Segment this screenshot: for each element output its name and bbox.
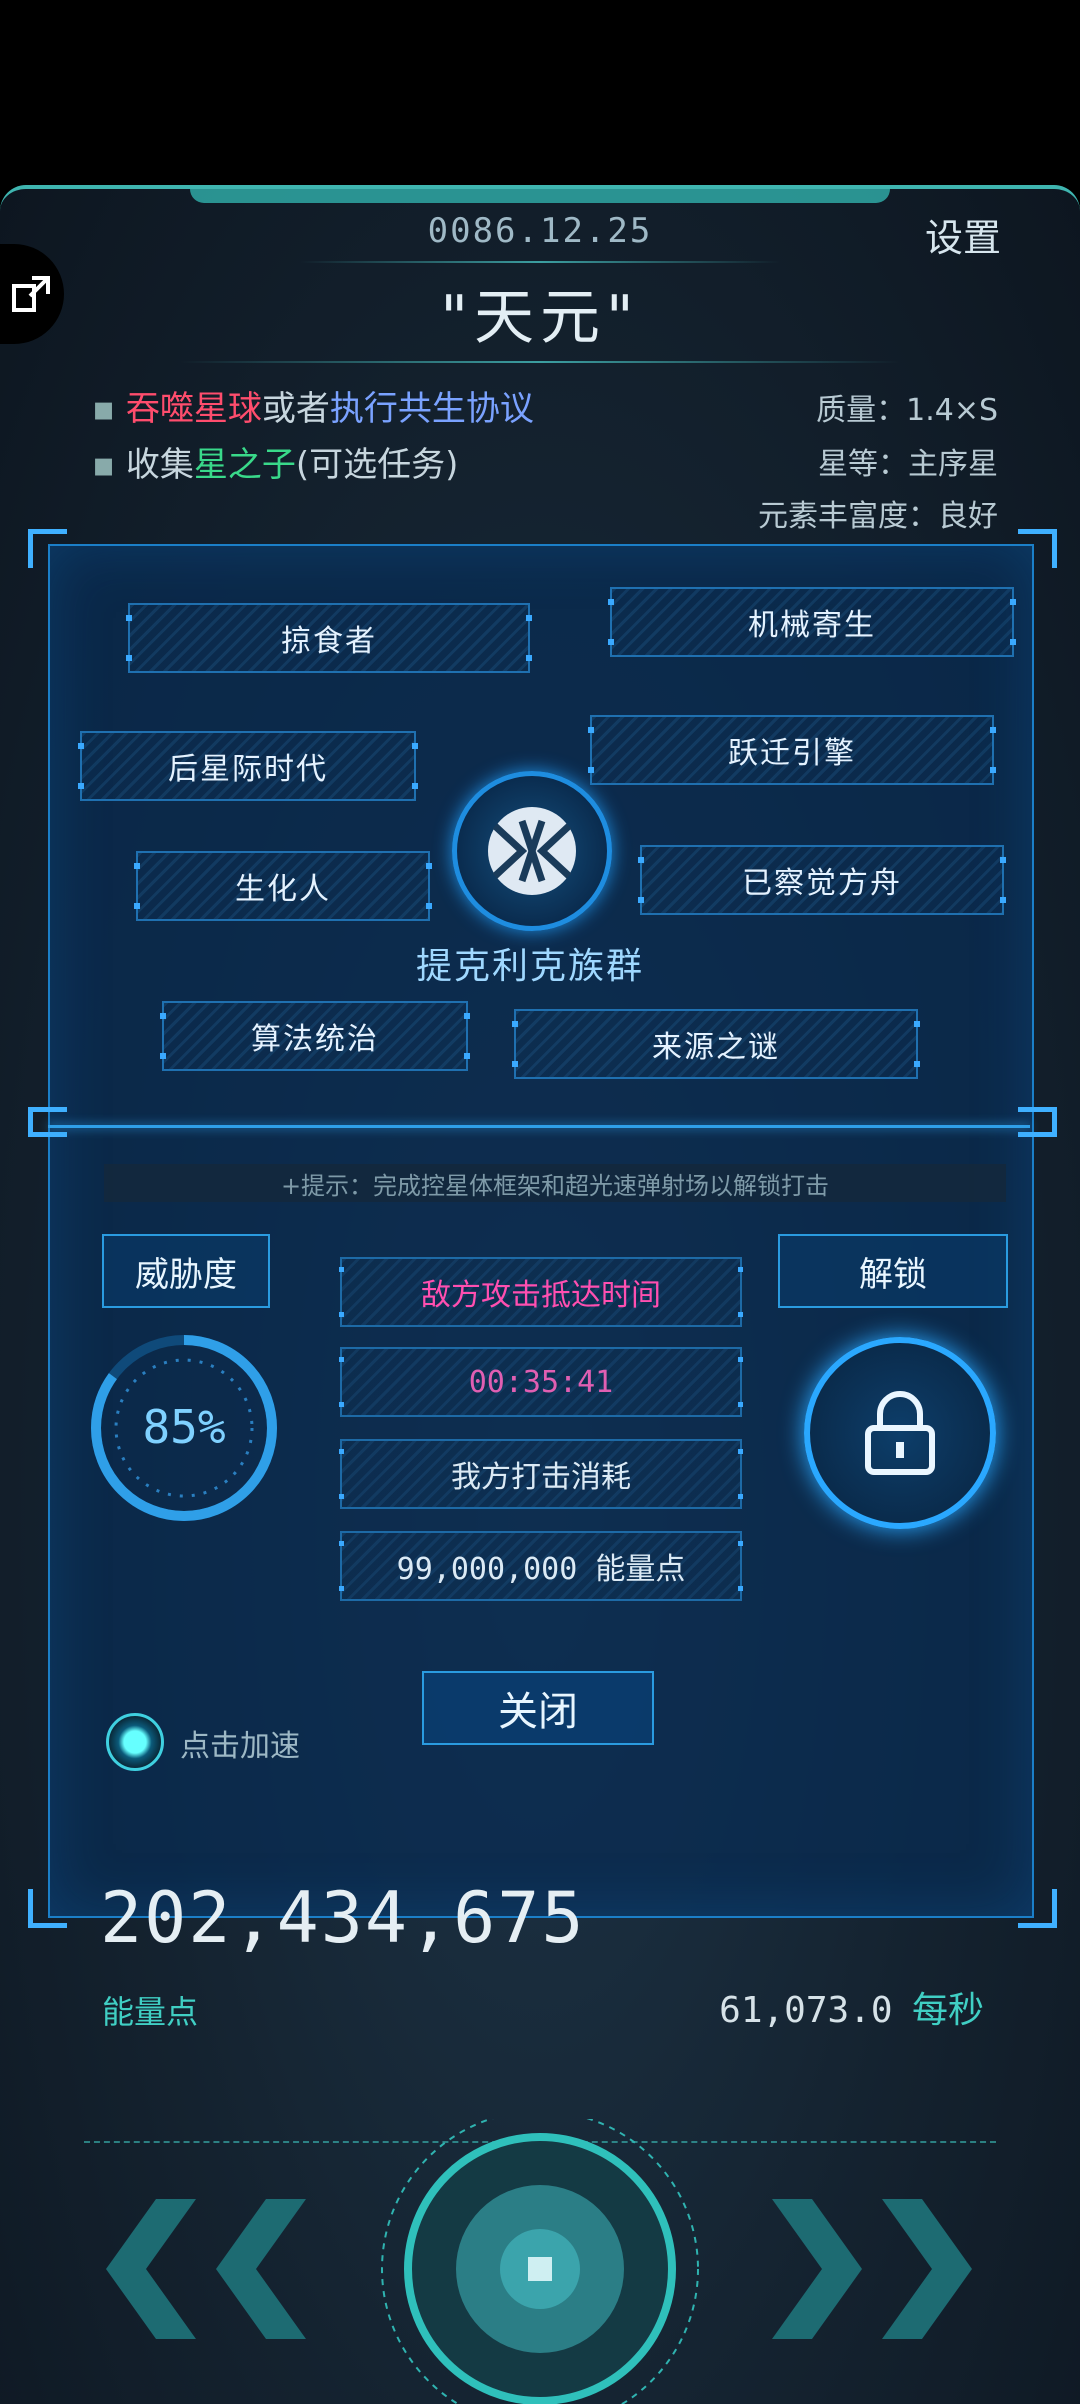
accelerate-dot-icon [106,1713,164,1771]
stat-mass: 质量：1.4×S [816,393,998,428]
unlock-hint: +提示：完成控星体框架和超光速弹射场以解锁打击 [104,1164,1006,1202]
corner-bracket [1018,529,1057,568]
section-divider [48,1125,1030,1128]
trait-cyborg[interactable]: 生化人 [134,851,432,921]
corner-bracket [28,1107,67,1137]
trait-mechanical-parasite[interactable]: 机械寄生 [608,587,1016,657]
attack-arrival-time: 00:35:41 [339,1347,743,1417]
objective-symbiosis: 执行共生协议 [329,389,534,429]
objective-line-2: ▪ 收集星之子(可选任务) [92,445,459,485]
corner-bracket [1018,1107,1057,1137]
corner-bracket [28,529,67,568]
trait-warp-engine[interactable]: 跃迁引擎 [588,715,996,785]
lock-icon [865,1391,935,1475]
unlock-button[interactable]: 解锁 [778,1234,1008,1308]
game-screen: 0086.12.25 设置 "天元" ▪ 吞噬星球或者执行共生协议 ▪ 收集星之… [0,185,1080,2404]
double-chevron-right-icon [772,2199,972,2339]
energy-rate-value: 61,073.0 [719,1990,893,2031]
top-trim [190,189,890,203]
divider [180,361,900,363]
lock-button[interactable] [804,1337,996,1529]
energy-total: 202,434,675 [100,1877,586,1959]
trait-ark-aware[interactable]: 已察觉方舟 [638,845,1006,915]
energy-unit-label: 能量点 [102,1993,199,2031]
planet-title: "天元" [440,283,640,353]
objective-or: 或者 [261,389,330,429]
planet-core-icon [381,2110,699,2404]
objective-collect: 收集 [125,445,194,485]
strike-cost-label: 我方打击消耗 [339,1439,743,1509]
corner-bracket [1018,1889,1057,1928]
accelerate-label: 点击加速 [180,1729,300,1764]
settings-button[interactable]: 设置 [925,207,1001,262]
threat-gauge: 85% [88,1332,280,1524]
divider [300,261,780,263]
objective-devour: 吞噬星球 [125,389,262,429]
stat-star-class: 星等：主序星 [818,447,998,482]
alien-emblem-icon [488,807,576,895]
attack-arrival-label: 敌方攻击抵达时间 [339,1257,743,1327]
objective-line-1: ▪ 吞噬星球或者执行共生协议 [92,389,534,429]
energy-rate-unit: 每秒 [911,1990,984,2031]
close-button[interactable]: 关闭 [422,1671,654,1745]
trait-post-interstellar[interactable]: 后星际时代 [78,731,418,801]
trait-predator[interactable]: 掠食者 [126,603,532,673]
game-date: 0086.12.25 [427,211,653,251]
objective-optional: (可选任务) [295,445,459,485]
threat-value: 85% [142,1400,226,1454]
strike-cost-value: 99,000,000 能量点 [339,1531,743,1601]
corner-bracket [28,1889,67,1928]
trait-origin-mystery[interactable]: 来源之谜 [512,1009,920,1079]
next-button[interactable] [752,2189,982,2349]
prev-button[interactable] [96,2189,326,2349]
objective-star-child: 星之子 [193,445,296,485]
threat-label: 威胁度 [102,1234,270,1308]
civilization-name: 提克利克族群 [415,946,644,987]
stat-element-richness: 元素丰富度：良好 [758,499,998,534]
double-chevron-left-icon [106,2199,306,2339]
trait-algorithm-rule[interactable]: 算法统治 [160,1001,470,1071]
planet-core-button[interactable] [378,2110,702,2404]
energy-rate: 61,073.0 每秒 [719,1981,984,2033]
accelerate-button[interactable]: 点击加速 [100,1709,360,1773]
civilization-emblem[interactable] [452,771,612,931]
